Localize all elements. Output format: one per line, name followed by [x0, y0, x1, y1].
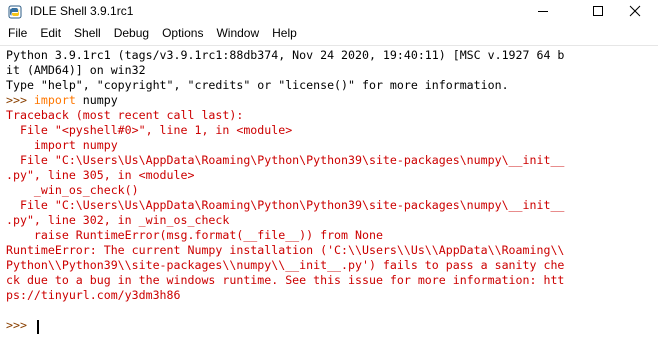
command-text: numpy: [75, 93, 118, 107]
error-message-line: Python\\Python39\\site-packages\\numpy\\…: [6, 258, 565, 272]
error-message-line: ps://tinyurl.com/y3dm3h86: [6, 288, 181, 302]
menu-help[interactable]: Help: [272, 24, 297, 43]
close-button[interactable]: [612, 0, 658, 22]
python-app-icon: [8, 4, 22, 19]
banner-line: Python 3.9.1rc1 (tags/v3.9.1rc1:88db374,…: [6, 48, 565, 62]
minimize-icon: [537, 2, 549, 21]
traceback-line: File "<pyshell#0>", line 1, in <module>: [6, 123, 293, 137]
maximize-icon: [592, 2, 604, 21]
error-message-line: ck due to a bug in the windows runtime. …: [6, 273, 565, 287]
banner-line: it (AMD64)] on win32: [6, 63, 146, 77]
prompt: >>>: [6, 93, 34, 107]
traceback-line: raise RuntimeError(msg.format(__file__))…: [6, 228, 383, 242]
command-keyword: import: [33, 93, 76, 107]
text-cursor: [37, 320, 39, 334]
shell-text-area[interactable]: Python 3.9.1rc1 (tags/v3.9.1rc1:88db374,…: [0, 45, 658, 337]
window-title: IDLE Shell 3.9.1rc1: [30, 4, 134, 18]
menu-window[interactable]: Window: [216, 24, 259, 43]
idle-shell-window: IDLE Shell 3.9.1rc1 File Edit Shell Debu…: [0, 0, 658, 337]
minimize-button[interactable]: [520, 0, 566, 22]
traceback-line: .py", line 305, in <module>: [6, 168, 195, 182]
menu-file[interactable]: File: [8, 24, 27, 43]
traceback-line: File "C:\Users\Us\AppData\Roaming\Python…: [6, 198, 565, 212]
menu-shell[interactable]: Shell: [74, 24, 101, 43]
traceback-line: import numpy: [6, 138, 118, 152]
banner-line: Type "help", "copyright", "credits" or "…: [6, 78, 509, 92]
error-message-line: RuntimeError: The current Numpy installa…: [6, 243, 565, 257]
close-icon: [629, 2, 641, 21]
traceback-line: _win_os_check(): [6, 183, 139, 197]
menu-options[interactable]: Options: [162, 24, 203, 43]
command-line: >>> import numpy: [6, 93, 118, 108]
traceback-line: .py", line 302, in _win_os_check: [6, 213, 230, 227]
title-bar[interactable]: IDLE Shell 3.9.1rc1: [0, 0, 658, 22]
menu-edit[interactable]: Edit: [40, 24, 61, 43]
traceback-line: File "C:\Users\Us\AppData\Roaming\Python…: [6, 153, 565, 167]
menu-bar: File Edit Shell Debug Options Window Hel…: [0, 24, 658, 43]
traceback-line: Traceback (most recent call last):: [6, 108, 244, 122]
menu-debug[interactable]: Debug: [114, 24, 149, 43]
current-prompt: >>>: [6, 318, 34, 332]
